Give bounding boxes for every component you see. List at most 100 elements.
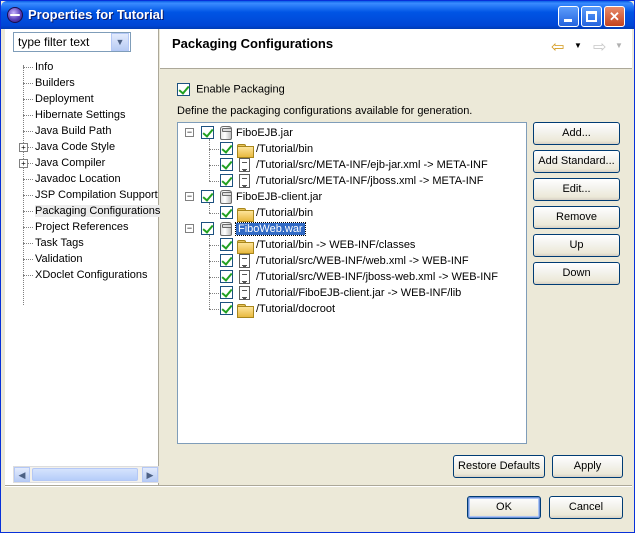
tree-connector — [209, 165, 219, 166]
entry-checkbox[interactable] — [220, 302, 233, 315]
package-checkbox[interactable] — [201, 126, 214, 139]
properties-dialog: Properties for Tutorial ✕ type filter te… — [0, 0, 635, 533]
nav-item[interactable]: Info — [19, 59, 159, 75]
enable-packaging-label: Enable Packaging — [196, 83, 285, 96]
back-history-dropdown-icon[interactable]: ▼ — [574, 41, 582, 50]
back-arrow-icon[interactable]: ⇦ — [551, 37, 564, 57]
folder-icon — [237, 144, 254, 158]
nav-item-label: Packaging Configurations — [35, 205, 161, 217]
enable-packaging-checkbox[interactable]: Enable Packaging — [177, 83, 285, 96]
file-icon — [239, 286, 250, 300]
tree-connector — [209, 139, 210, 181]
nav-item[interactable]: Project References — [19, 219, 159, 235]
nav-item[interactable]: + Java Compiler — [19, 155, 159, 171]
collapse-icon[interactable]: − — [185, 224, 194, 233]
package-checkbox[interactable] — [201, 190, 214, 203]
entry-label[interactable]: /Tutorial/bin — [256, 205, 313, 221]
entry-checkbox[interactable] — [220, 206, 233, 219]
nav-item-label: Javadoc Location — [35, 173, 121, 185]
nav-item[interactable]: Javadoc Location — [19, 171, 159, 187]
entry-checkbox[interactable] — [220, 270, 233, 283]
entry-label[interactable]: /Tutorial/src/META-INF/jboss.xml -> META… — [256, 173, 483, 189]
nav-item[interactable]: Java Build Path — [19, 123, 159, 139]
entry-checkbox[interactable] — [220, 254, 233, 267]
collapse-icon[interactable]: − — [185, 128, 194, 137]
folder-icon — [237, 208, 254, 222]
ok-button[interactable]: OK — [467, 496, 541, 519]
window-title: Properties for Tutorial — [28, 7, 164, 22]
close-icon: ✕ — [609, 9, 620, 24]
title-bar[interactable]: Properties for Tutorial ✕ — [1, 1, 634, 29]
entry-label[interactable]: /Tutorial/docroot — [256, 301, 335, 317]
scroll-right-button[interactable]: ▶ — [142, 467, 158, 482]
entry-checkbox[interactable] — [220, 142, 233, 155]
expand-icon[interactable]: + — [19, 159, 28, 168]
entry-label[interactable]: /Tutorial/src/META-INF/ejb-jar.xml -> ME… — [256, 157, 488, 173]
entry-checkbox[interactable] — [220, 238, 233, 251]
package-label[interactable]: FiboWeb.war — [235, 221, 306, 237]
nav-item[interactable]: Hibernate Settings — [19, 107, 159, 123]
nav-item-label: JSP Compilation Support — [35, 189, 158, 201]
scroll-left-button[interactable]: ◀ — [14, 467, 30, 482]
page-header: Packaging Configurations ⇦ ▼ ⇨ ▼ — [160, 29, 632, 69]
entry-label[interactable]: /Tutorial/src/WEB-INF/jboss-web.xml -> W… — [256, 269, 498, 285]
expand-icon[interactable]: + — [19, 143, 28, 152]
nav-item[interactable]: Packaging Configurations — [19, 203, 161, 219]
nav-item-label: XDoclet Configurations — [35, 269, 148, 281]
nav-item[interactable]: Builders — [19, 75, 159, 91]
tree-connector — [209, 181, 219, 182]
nav-item-label: Java Compiler — [35, 157, 106, 169]
package-checkbox[interactable] — [201, 222, 214, 235]
nav-item[interactable]: Deployment — [19, 91, 159, 107]
entry-checkbox[interactable] — [220, 158, 233, 171]
edit-button[interactable]: Edit... — [533, 178, 620, 201]
package-label[interactable]: FiboEJB.jar — [236, 125, 293, 141]
add-standard-button[interactable]: Add Standard... — [533, 150, 620, 173]
forward-history-dropdown-icon[interactable]: ▼ — [615, 41, 623, 50]
restore-defaults-button[interactable]: Restore Defaults — [453, 455, 545, 478]
entry-checkbox[interactable] — [220, 174, 233, 187]
entry-label[interactable]: /Tutorial/bin — [256, 141, 313, 157]
entry-label[interactable]: /Tutorial/FiboEJB-client.jar -> WEB-INF/… — [256, 285, 461, 301]
nav-item[interactable]: + Java Code Style — [19, 139, 159, 155]
entry-label[interactable]: /Tutorial/bin -> WEB-INF/classes — [256, 237, 415, 253]
minimize-icon — [564, 19, 572, 22]
maximize-icon — [586, 11, 597, 22]
package-name: FiboEJB-client.jar — [236, 191, 323, 203]
close-button[interactable]: ✕ — [604, 6, 625, 27]
forward-arrow-icon[interactable]: ⇨ — [593, 37, 606, 57]
tree-connector — [209, 149, 219, 150]
nav-item[interactable]: JSP Compilation Support — [19, 187, 159, 203]
cancel-button[interactable]: Cancel — [549, 496, 623, 519]
eclipse-icon — [7, 7, 23, 23]
entry-checkbox[interactable] — [220, 286, 233, 299]
nav-item-label: Builders — [35, 77, 75, 89]
package-label[interactable]: FiboEJB-client.jar — [236, 189, 322, 205]
maximize-button[interactable] — [581, 6, 602, 27]
collapse-icon[interactable]: − — [185, 192, 194, 201]
up-button[interactable]: Up — [533, 234, 620, 257]
nav-item-label: Task Tags — [35, 237, 84, 249]
nav-item-label: Java Code Style — [35, 141, 116, 153]
nav-item[interactable]: XDoclet Configurations — [19, 267, 159, 283]
apply-button[interactable]: Apply — [552, 455, 623, 478]
tree-connector — [209, 203, 210, 213]
tree-connector — [209, 309, 219, 310]
entry-label[interactable]: /Tutorial/src/WEB-INF/web.xml -> WEB-INF — [256, 253, 469, 269]
remove-button[interactable]: Remove — [533, 206, 620, 229]
tree-connector — [209, 245, 219, 246]
packaging-tree[interactable]: − FiboEJB.jar/Tutorial/bin/Tutorial/src/M… — [177, 122, 527, 444]
scroll-left-icon: ◀ — [18, 470, 26, 480]
jar-icon — [220, 222, 232, 236]
nav-item-label: Validation — [35, 253, 83, 265]
down-button[interactable]: Down — [533, 262, 620, 285]
horizontal-scrollbar[interactable]: ◀ ▶ — [13, 466, 159, 483]
minimize-button[interactable] — [558, 6, 579, 27]
description-text: Define the packaging configurations avai… — [177, 105, 473, 117]
add-button[interactable]: Add... — [533, 122, 620, 145]
filter-dropdown-button[interactable]: ▼ — [111, 33, 129, 51]
nav-item[interactable]: Validation — [19, 251, 159, 267]
checkbox-icon[interactable] — [177, 83, 190, 96]
scrollbar-thumb[interactable] — [32, 468, 138, 481]
nav-item[interactable]: Task Tags — [19, 235, 159, 251]
